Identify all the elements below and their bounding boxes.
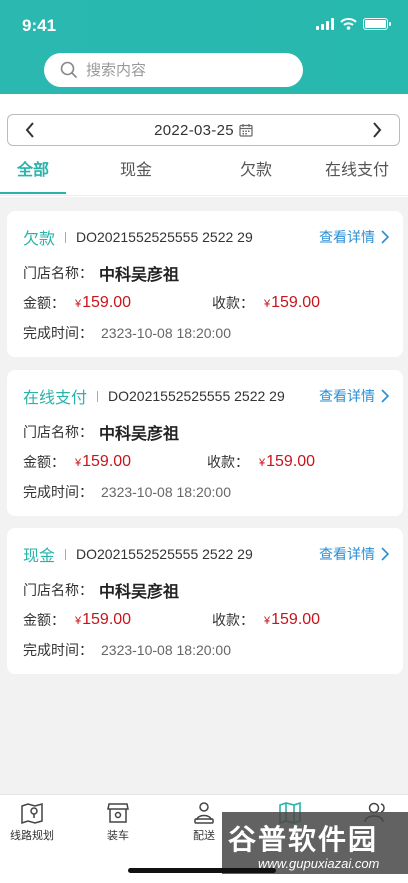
wifi-icon bbox=[340, 18, 357, 30]
tab-all[interactable]: 全部 bbox=[0, 154, 66, 195]
amount-value: ¥159.00 bbox=[75, 453, 132, 470]
completion-time-label: 完成时间： bbox=[23, 484, 93, 500]
watermark: 谷普软件园 www.gupuxiazai.com bbox=[222, 812, 408, 874]
order-type: 欠款 bbox=[23, 231, 56, 248]
tab-cash[interactable]: 现金 bbox=[66, 154, 206, 195]
home-indicator bbox=[128, 868, 276, 873]
battery-icon bbox=[363, 18, 391, 30]
courier-icon bbox=[194, 802, 214, 824]
completion-time: 2323-10-08 18:20:00 bbox=[101, 642, 231, 658]
amount-label: 金额： bbox=[23, 454, 65, 470]
view-detail-button[interactable]: 查看详情 bbox=[319, 227, 389, 247]
amount-value: ¥159.00 bbox=[75, 294, 132, 311]
watermark-text: 谷普软件园 bbox=[228, 824, 379, 855]
status-bar: 9:41 bbox=[0, 14, 408, 38]
chevron-right-icon bbox=[381, 389, 389, 403]
received-label: 收款： bbox=[212, 295, 254, 311]
nav-route-planning[interactable]: 线路规划 bbox=[0, 799, 67, 843]
order-type: 现金 bbox=[23, 548, 56, 565]
calendar-icon[interactable] bbox=[239, 123, 253, 137]
nav-label: 装车 bbox=[107, 830, 129, 842]
view-detail-button[interactable]: 查看详情 bbox=[319, 544, 389, 564]
store-name: 中科吴彦祖 bbox=[99, 426, 180, 443]
amount-label: 金额： bbox=[23, 295, 65, 311]
received-value: ¥159.00 bbox=[264, 294, 321, 311]
store-pin-icon bbox=[107, 803, 129, 823]
header: 9:41 bbox=[0, 0, 408, 94]
status-time: 9:41 bbox=[22, 16, 57, 35]
store-label: 门店名称： bbox=[23, 424, 93, 440]
order-number: DO2021552525555 2522 29 bbox=[108, 388, 285, 404]
prev-date-button[interactable] bbox=[18, 120, 42, 140]
store-name: 中科吴彦祖 bbox=[99, 584, 180, 601]
watermark-url: www.gupuxiazai.com bbox=[258, 856, 380, 871]
status-icons bbox=[316, 18, 391, 30]
store-label: 门店名称： bbox=[23, 582, 93, 598]
received-value: ¥159.00 bbox=[264, 611, 321, 628]
order-number: DO2021552525555 2522 29 bbox=[76, 546, 253, 562]
received-label: 收款： bbox=[212, 612, 254, 628]
main-content: 2022-03-25 全部 现金 欠款 在线支付 欠款 DO2021552525… bbox=[0, 94, 408, 794]
order-card: 现金 DO2021552525555 2522 29 查看详情 门店名称： 中科… bbox=[7, 528, 403, 674]
order-type: 在线支付 bbox=[23, 390, 88, 407]
search-icon bbox=[60, 61, 78, 79]
completion-time: 2323-10-08 18:20:00 bbox=[101, 484, 231, 500]
completion-time-label: 完成时间： bbox=[23, 642, 93, 658]
received-value: ¥159.00 bbox=[259, 453, 316, 470]
tab-debt[interactable]: 欠款 bbox=[206, 154, 306, 195]
chevron-right-icon bbox=[373, 122, 382, 138]
chevron-left-icon bbox=[25, 122, 34, 138]
cellular-signal-icon bbox=[316, 18, 334, 30]
order-number: DO2021552525555 2522 29 bbox=[76, 229, 253, 245]
completion-time: 2323-10-08 18:20:00 bbox=[101, 325, 231, 341]
view-detail-button[interactable]: 查看详情 bbox=[319, 386, 389, 406]
received-label: 收款： bbox=[207, 454, 249, 470]
search-input[interactable] bbox=[86, 61, 266, 79]
search-box[interactable] bbox=[44, 53, 303, 87]
store-label: 门店名称： bbox=[23, 265, 93, 281]
chevron-right-icon bbox=[381, 230, 389, 244]
store-name: 中科吴彦祖 bbox=[99, 267, 180, 284]
completion-time-label: 完成时间： bbox=[23, 325, 93, 341]
chevron-right-icon bbox=[381, 547, 389, 561]
order-card: 欠款 DO2021552525555 2522 29 查看详情 门店名称： 中科… bbox=[7, 211, 403, 357]
nav-label: 线路规划 bbox=[10, 830, 54, 842]
amount-label: 金额： bbox=[23, 612, 65, 628]
route-map-icon bbox=[21, 803, 43, 825]
nav-loading[interactable]: 装车 bbox=[83, 799, 153, 843]
next-date-button[interactable] bbox=[365, 120, 389, 140]
date-selector: 2022-03-25 bbox=[7, 114, 400, 146]
selected-date[interactable]: 2022-03-25 bbox=[154, 122, 234, 139]
order-card: 在线支付 DO2021552525555 2522 29 查看详情 门店名称： … bbox=[7, 370, 403, 516]
tab-online-payment[interactable]: 在线支付 bbox=[306, 154, 408, 195]
filter-tabs: 全部 现金 欠款 在线支付 bbox=[0, 154, 408, 196]
amount-value: ¥159.00 bbox=[75, 611, 132, 628]
